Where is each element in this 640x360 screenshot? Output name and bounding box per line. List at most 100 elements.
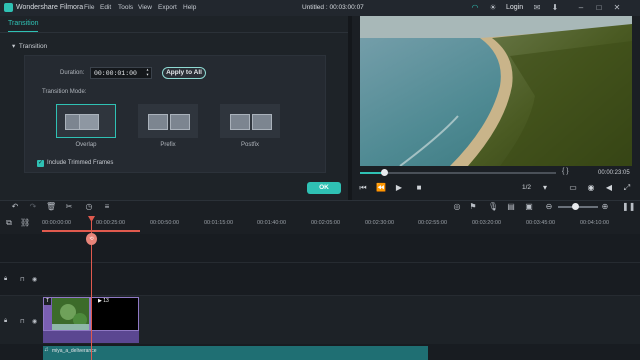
chevron-down-icon[interactable]: ▾ [540, 183, 550, 193]
zoom-out-icon[interactable]: ⊖ [544, 202, 554, 212]
notification-icon[interactable]: ✉ [532, 3, 542, 13]
prefix-icon-b [170, 114, 190, 130]
video-preview [360, 16, 632, 166]
ruler-label: 00:00:00:00 [42, 220, 72, 226]
render-icon[interactable]: ◎ [452, 202, 462, 212]
step-back-icon[interactable]: ⏪ [376, 183, 386, 193]
mode-postfix-label: Postfix [240, 142, 259, 148]
ruler-label: 00:03:20:00 [472, 220, 502, 226]
add-track-icon[interactable]: ⧉ [4, 218, 14, 228]
menu-tools[interactable]: Tools [118, 4, 133, 11]
duration-label: Duration: [60, 70, 85, 76]
ruler-label: 00:02:30:00 [365, 220, 395, 226]
snapshot-tl-icon[interactable]: ▣ [524, 202, 534, 212]
preview-scrub-bar[interactable] [360, 172, 556, 174]
headset-icon[interactable]: ◠ [470, 3, 480, 13]
preview-quality-select[interactable]: 1/2 [522, 184, 531, 191]
stop-icon[interactable]: ■ [414, 183, 424, 193]
filmora-logo-icon [4, 3, 13, 12]
prefix-icon [148, 114, 168, 130]
track-unlock-icon[interactable]: ⊓ [20, 318, 25, 325]
music-note-icon: ♫ [44, 347, 49, 353]
maximize-icon[interactable]: □ [594, 3, 604, 13]
download-icon[interactable]: ⬇ [550, 3, 560, 13]
mode-prefix-label: Prefix [160, 142, 176, 148]
ruler-label: 00:00:50:00 [150, 220, 180, 226]
postfix-icon [230, 114, 250, 130]
play-icon[interactable]: ▶ [394, 183, 404, 193]
lightbulb-icon[interactable]: ☀ [488, 3, 498, 13]
preview-scrub-handle[interactable] [380, 169, 388, 176]
preview-progress [360, 172, 384, 174]
menu-edit[interactable]: Edit [100, 4, 111, 11]
include-trimmed-checkbox[interactable]: ✓ [37, 160, 44, 167]
panel-tab-bar [0, 16, 348, 33]
minimize-icon[interactable]: – [576, 3, 586, 13]
menu-file[interactable]: File [84, 4, 94, 11]
mode-overlap-card[interactable] [56, 104, 116, 138]
fullscreen-icon[interactable]: ⤢ [622, 183, 632, 193]
track-eye-icon[interactable]: ◉ [32, 276, 37, 283]
display-icon[interactable]: ▭ [568, 183, 578, 193]
section-title-text: Transition [18, 43, 48, 50]
delete-icon[interactable]: 🗑 [46, 202, 56, 212]
cut-icon[interactable]: ✂ [64, 202, 74, 212]
pause-bars-icon[interactable]: ❚❚ [622, 202, 635, 212]
tab-underline [8, 31, 38, 32]
snapshot-icon[interactable]: ◉ [586, 183, 596, 193]
close-icon[interactable]: ✕ [612, 3, 622, 13]
clip-number: 13 [103, 298, 109, 304]
track-lock-icon[interactable]: 🔒︎ [4, 276, 7, 283]
include-trimmed-label: Include Trimmed Frames [47, 160, 114, 166]
zoom-slider-handle[interactable] [572, 203, 579, 210]
app-name: Wondershare Filmora [16, 4, 84, 11]
undo-icon[interactable]: ↶ [10, 202, 20, 212]
menu-help[interactable]: Help [183, 4, 196, 11]
transition-mode-label: Transition Mode: [42, 89, 87, 95]
ruler-label: 00:02:55:00 [418, 220, 448, 226]
ruler-label: 00:03:45:00 [526, 220, 556, 226]
menu-export[interactable]: Export [158, 4, 177, 11]
panel-divider[interactable] [348, 16, 352, 200]
mode-postfix-card[interactable] [220, 104, 280, 138]
ruler-label: 00:04:10:00 [580, 220, 610, 226]
audio-adjust-icon[interactable]: ≡ [102, 202, 112, 212]
volume-icon[interactable]: ◀ [604, 183, 614, 193]
mark-in-out-icon[interactable]: { } [562, 168, 569, 175]
postfix-icon-b [252, 114, 272, 130]
login-button[interactable]: Login [506, 4, 523, 11]
track-eye-icon[interactable]: ◉ [32, 318, 37, 325]
mixer-icon[interactable]: ▤ [506, 202, 516, 212]
redo-icon[interactable]: ↷ [28, 202, 38, 212]
prev-frame-icon[interactable]: ⏮ [358, 183, 368, 193]
apply-to-all-button[interactable]: Apply to All [162, 67, 206, 79]
zoom-in-icon[interactable]: ⊕ [600, 202, 610, 212]
section-title[interactable]: ▾ Transition [12, 42, 47, 50]
speed-icon[interactable]: ◷ [84, 202, 94, 212]
window-title: Untitled : 00:03:00:07 [302, 4, 364, 11]
link-icon[interactable]: ⛓ [20, 218, 30, 228]
track-lock-icon[interactable]: 🔒︎ [4, 318, 7, 325]
track-divider [0, 262, 640, 263]
stepper-icon[interactable]: ▴ ▾ [146, 68, 149, 78]
duration-input[interactable]: 00:00:01:00 ▴ ▾ [90, 67, 152, 79]
duration-value: 00:00:01:00 [94, 70, 137, 77]
beach-aerial-image [360, 16, 632, 166]
preview-timecode: 00:00:23:05 [598, 170, 630, 176]
track-unlock-icon[interactable]: ⊓ [20, 276, 25, 283]
ruler-label: 00:02:05:00 [311, 220, 341, 226]
ruler-label: 00:01:40:00 [257, 220, 287, 226]
audio-clip-label: miya_a_deliverance [52, 348, 97, 354]
clip-type-badge: T [44, 298, 51, 305]
tab-transition[interactable]: Transition [8, 20, 38, 27]
audio-clip[interactable] [43, 346, 428, 360]
marker-icon[interactable]: ⚑ [468, 202, 478, 212]
voiceover-icon[interactable]: 🎙 [488, 202, 498, 212]
playhead-marker[interactable]: ⟲ [86, 233, 97, 245]
ruler-label: 00:01:15:00 [204, 220, 234, 226]
overlap-icon-b [79, 114, 99, 130]
mode-prefix-card[interactable] [138, 104, 198, 138]
ruler-label: 00:00:25:00 [96, 220, 126, 226]
ok-button[interactable]: OK [307, 182, 341, 194]
menu-view[interactable]: View [138, 4, 152, 11]
